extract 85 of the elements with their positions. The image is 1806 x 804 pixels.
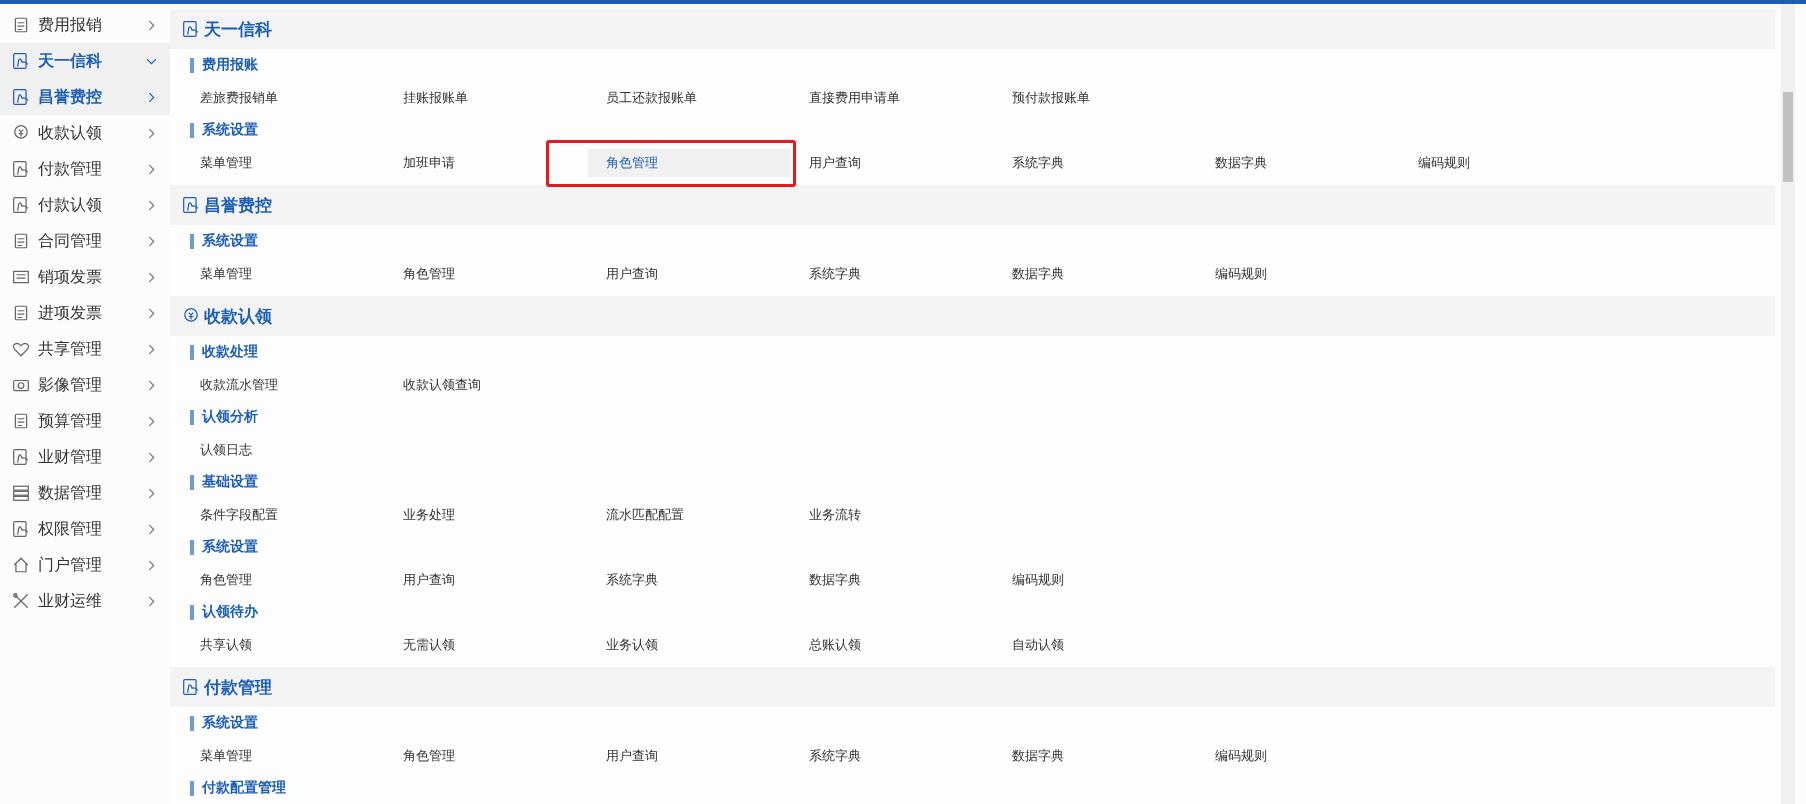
sidebar-item[interactable]: 业财运维 <box>0 583 170 619</box>
menu-link[interactable]: 直接费用申请单 <box>791 83 994 112</box>
group-title: 认领分析 <box>202 408 258 426</box>
menu-link[interactable]: 菜单管理 <box>182 148 385 177</box>
menu-link[interactable]: 数据字典 <box>791 565 994 594</box>
sidebar-item[interactable]: 付款管理 <box>0 151 170 187</box>
group-title: 基础设置 <box>202 473 258 491</box>
menu-link[interactable]: 角色管理 <box>385 741 588 770</box>
house-icon <box>12 556 30 574</box>
menu-link[interactable]: 数据字典 <box>994 741 1197 770</box>
group-title: 系统设置 <box>202 538 258 556</box>
sidebar-item[interactable]: 收款认领 <box>0 115 170 151</box>
menu-link[interactable]: 条件字段配置 <box>182 500 385 529</box>
menu-link[interactable]: 编码规则 <box>1400 148 1603 177</box>
group-title: 付款配置管理 <box>202 779 286 797</box>
sidebar-item[interactable]: 门户管理 <box>0 547 170 583</box>
menu-link[interactable]: 共享认领 <box>182 630 385 659</box>
menu-link[interactable]: 挂账报账单 <box>385 83 588 112</box>
section-title: 天一信科 <box>204 18 272 41</box>
scrollbar[interactable] <box>1781 4 1795 804</box>
invoice-icon <box>12 268 30 286</box>
sidebar-item[interactable]: 数据管理 <box>0 475 170 511</box>
menu-link[interactable]: 业务流转 <box>791 500 994 529</box>
menu-link[interactable]: 菜单管理 <box>182 259 385 288</box>
heart-icon <box>12 340 30 358</box>
menu-link[interactable]: 用户查询 <box>588 741 791 770</box>
sidebar-item[interactable]: 进项发票 <box>0 295 170 331</box>
sidebar-item[interactable]: 权限管理 <box>0 511 170 547</box>
menu-link[interactable]: 总账认领 <box>791 630 994 659</box>
menu-link[interactable]: 角色管理 <box>182 565 385 594</box>
menu-link[interactable]: 数据字典 <box>994 259 1197 288</box>
menu-link[interactable]: 业务处理 <box>385 500 588 529</box>
menu-link[interactable]: 员工还款报账单 <box>588 83 791 112</box>
sidebar-item[interactable]: 合同管理 <box>0 223 170 259</box>
menu-link[interactable]: 加班申请 <box>385 148 588 177</box>
section-title: 付款管理 <box>204 676 272 699</box>
menu-link[interactable]: 角色管理 <box>385 259 588 288</box>
menu-link[interactable]: 系统字典 <box>791 259 994 288</box>
document-icon <box>12 412 30 430</box>
section-title: 收款认领 <box>204 305 272 328</box>
menu-link[interactable]: 系统字典 <box>994 148 1197 177</box>
scrollbar-thumb[interactable] <box>1783 92 1793 182</box>
group-title: 系统设置 <box>202 121 258 139</box>
document-icon <box>12 232 30 250</box>
sidebar-item[interactable]: 预算管理 <box>0 403 170 439</box>
sidebar-item[interactable]: 业财管理 <box>0 439 170 475</box>
menu-link[interactable]: 预付款报账单 <box>994 83 1197 112</box>
sidebar-item[interactable]: 付款认领 <box>0 187 170 223</box>
group-title: 系统设置 <box>202 714 258 732</box>
sidebar-item[interactable]: 共享管理 <box>0 331 170 367</box>
group-title: 收款处理 <box>202 343 258 361</box>
menu-link[interactable]: 差旅费报销单 <box>182 83 385 112</box>
menu-link[interactable]: 用户查询 <box>385 565 588 594</box>
menu-link[interactable]: 编码规则 <box>1197 259 1400 288</box>
menu-link[interactable]: 收款流水管理 <box>182 370 385 399</box>
tools-icon <box>12 592 30 610</box>
menu-link[interactable]: 自动认领 <box>994 630 1197 659</box>
menu-link[interactable]: 系统字典 <box>588 565 791 594</box>
menu-link[interactable]: 用户查询 <box>588 259 791 288</box>
sidebar-item[interactable]: 天一信科 <box>0 43 170 79</box>
sidebar-item[interactable]: 影像管理 <box>0 367 170 403</box>
menu-link[interactable]: 用户查询 <box>791 148 994 177</box>
sidebar-item[interactable]: 费用报销 <box>0 7 170 43</box>
menu-link[interactable]: 数据字典 <box>1197 148 1400 177</box>
menu-link[interactable]: 角色管理 <box>588 148 791 177</box>
group-title: 系统设置 <box>202 232 258 250</box>
section-title: 昌誉费控 <box>204 194 272 217</box>
menu-link[interactable]: 编码规则 <box>994 565 1197 594</box>
menu-link[interactable]: 编码规则 <box>1197 741 1400 770</box>
server-icon <box>12 484 30 502</box>
menu-link[interactable]: 业务认领 <box>588 630 791 659</box>
sidebar-item[interactable]: 销项发票 <box>0 259 170 295</box>
coin-icon <box>12 124 30 142</box>
menu-link[interactable]: 菜单管理 <box>182 741 385 770</box>
menu-link[interactable]: 系统字典 <box>791 741 994 770</box>
menu-link[interactable]: 收款认领查询 <box>385 370 588 399</box>
sidebar-item[interactable]: 昌誉费控 <box>0 79 170 115</box>
menu-link[interactable]: 认领日志 <box>182 435 385 464</box>
document-icon <box>12 16 30 34</box>
group-title: 认领待办 <box>202 603 258 621</box>
document-icon <box>12 304 30 322</box>
menu-link[interactable]: 无需认领 <box>385 630 588 659</box>
coin-icon <box>182 307 200 325</box>
menu-link[interactable]: 流水匹配配置 <box>588 500 791 529</box>
group-title: 费用报账 <box>202 56 258 74</box>
